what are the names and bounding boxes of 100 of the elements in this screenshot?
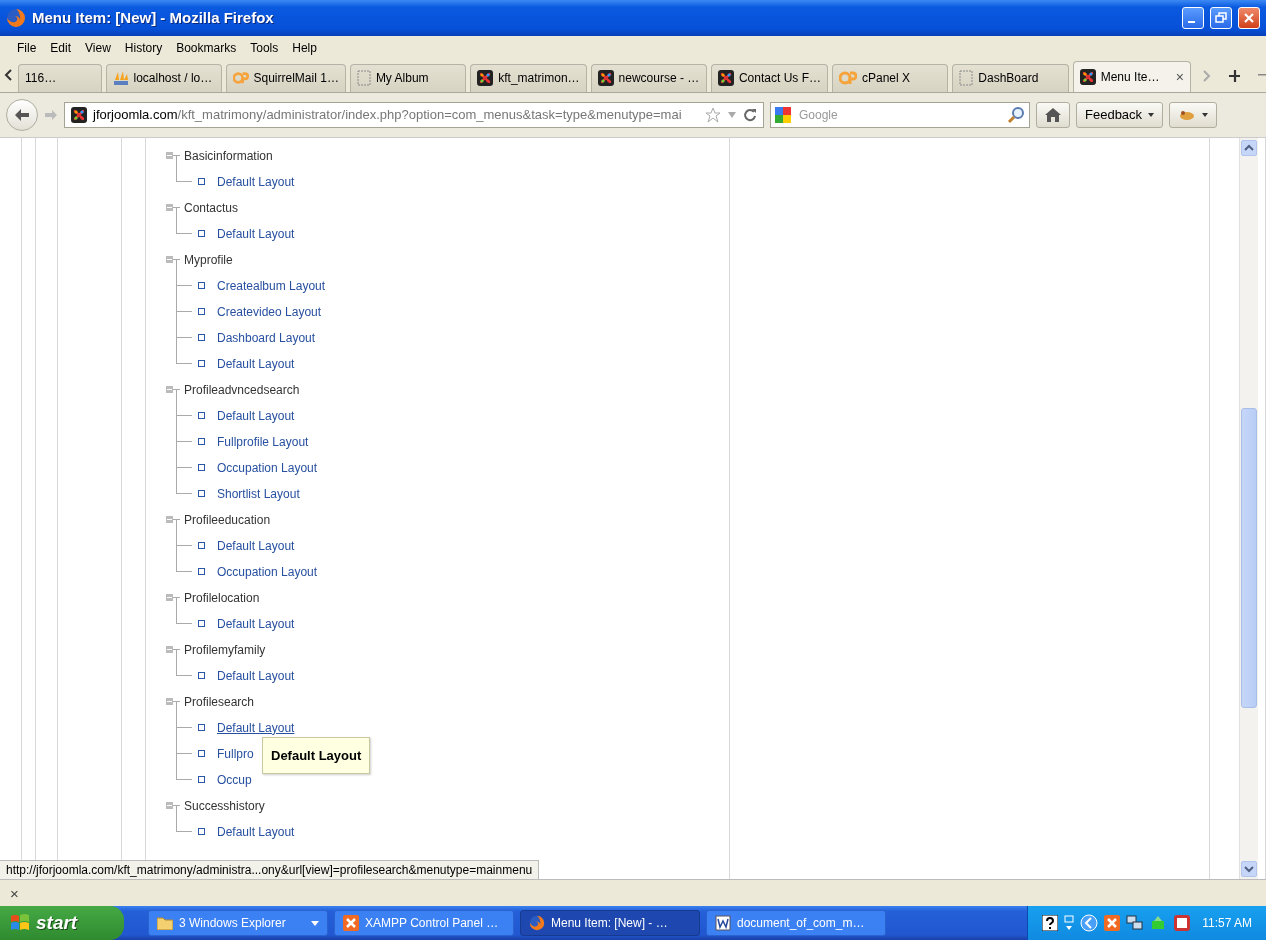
layout-link[interactable]: Default Layout [217,616,295,631]
tree-line [176,467,192,494]
taskbar-button[interactable]: Menu Item: [New] - … [520,910,700,936]
tree-line [176,415,192,442]
taskbar-button[interactable]: 3 Windows Explorer [148,910,328,936]
collapse-tray-icon[interactable] [1080,914,1099,932]
browser-tab[interactable]: Contact Us F… [710,63,828,92]
menu-item[interactable]: History [119,40,168,55]
scroll-right-icon[interactable] [1203,69,1211,82]
menu-item[interactable]: Bookmarks [171,40,242,55]
collapse-icon[interactable] [166,255,180,264]
collapse-icon[interactable] [166,203,180,212]
bullet-icon [198,750,205,758]
blank-page-icon [959,70,974,87]
browser-tab[interactable]: DashBoard [952,63,1069,92]
reload-icon[interactable] [743,107,757,122]
search-field[interactable]: Google [770,101,1030,128]
star-icon[interactable] [705,106,721,123]
layout-link[interactable]: Shortlist Layout [217,486,300,501]
tree-group-label: Basicinformation [184,148,273,163]
minimize-icon [1188,20,1195,23]
sail-icon [112,70,129,87]
menu-item[interactable]: Help [287,40,322,55]
window-icon[interactable] [1064,915,1075,931]
layout-link[interactable]: Occup [217,772,252,787]
collapse-icon[interactable] [166,385,180,394]
layout-link[interactable]: Default Layout [217,408,295,423]
close-icon [1243,11,1255,24]
bullet-icon [198,724,205,732]
layout-link[interactable]: Occupation Layout [217,460,318,475]
back-button[interactable] [6,98,38,131]
scrollbar-thumb[interactable] [1241,407,1257,708]
taskbar-button[interactable]: document_of_com_m… [706,910,886,936]
taskbar-button[interactable]: XAMPP Control Panel … [334,910,514,936]
tree-group-label: Successhistory [184,798,265,813]
findbar-close-button[interactable]: × [10,884,19,902]
bullet-icon [198,490,205,498]
xampp-icon[interactable] [1104,915,1121,931]
network-icon[interactable] [1126,915,1145,931]
layout-link[interactable]: Fullprofile Layout [217,434,309,449]
scroll-down-button[interactable] [1241,861,1257,878]
new-tab-icon[interactable] [1228,69,1241,82]
tree-group-label: Profileadvncedsearch [184,382,300,397]
browser-tab[interactable]: SquirrelMail 1… [225,63,346,92]
address-field[interactable]: jforjoomla.com/kft_matrimony/administrator/index.php?option=com_menus&task=type&menutype=mai [64,101,764,128]
collapse-icon[interactable] [166,645,180,654]
close-button[interactable] [1238,6,1260,29]
layout-link[interactable]: Createvideo Layout [217,304,322,319]
browser-tab[interactable]: cPanel X [832,63,949,92]
layout-link[interactable]: Default Layout [217,538,295,553]
bullet-icon [198,438,205,446]
layout-link[interactable]: Default Layout [217,720,295,735]
layout-link[interactable]: Createalbum Layout [217,278,326,293]
start-button[interactable]: start [0,906,124,940]
tree-line [176,337,192,364]
tree-line [176,285,192,312]
extension-button[interactable] [1169,101,1218,128]
layout-link[interactable]: Default Layout [217,356,295,371]
joomla-icon [597,70,614,87]
caret-icon[interactable] [311,920,319,926]
layout-link[interactable]: Default Layout [217,824,295,839]
layout-link[interactable]: Default Layout [217,668,295,683]
menu-item[interactable]: Edit [45,40,77,55]
layout-link[interactable]: Fullpro [217,746,254,761]
collapse-icon[interactable] [166,151,180,160]
browser-tab[interactable]: Menu Ite… × [1072,60,1191,92]
app-icon[interactable] [1174,915,1191,931]
help-icon[interactable] [1042,915,1059,931]
menu-item[interactable]: File [12,40,42,55]
search-icon[interactable] [1007,105,1025,124]
home-button[interactable] [1036,101,1070,128]
blank-page-icon [356,70,371,87]
restore-button[interactable] [1210,6,1232,29]
joomla-icon [477,70,494,87]
minimize-button[interactable] [1182,6,1204,29]
menu-item[interactable]: Tools [245,40,284,55]
collapse-icon[interactable] [166,515,180,524]
tab-close-button[interactable]: × [1175,68,1184,85]
browser-tab[interactable]: kft_matrimon… [470,63,587,92]
layout-link[interactable]: Default Layout [217,226,295,241]
browser-tab[interactable]: newcourse - … [590,63,707,92]
collapse-icon[interactable] [166,697,180,706]
bullet-icon [198,828,205,836]
layout-link[interactable]: Occupation Layout [217,564,318,579]
feedback-button[interactable]: Feedback [1076,101,1164,128]
collapse-icon[interactable] [166,593,180,602]
layout-link[interactable]: Default Layout [217,174,295,189]
tree-group-label: Profilesearch [184,694,255,709]
dropdown-icon[interactable] [727,110,737,119]
bullet-icon [198,672,205,680]
collapse-icon[interactable] [166,801,180,810]
browser-tab[interactable]: 116… [18,63,102,92]
tab-list-icon[interactable] [1258,73,1266,78]
layout-link[interactable]: Dashboard Layout [217,330,316,345]
browser-tab[interactable]: localhost / lo… [105,63,222,92]
browser-tab[interactable]: My Album [349,63,467,92]
tree-line [176,441,192,468]
menu-item[interactable]: View [80,40,116,55]
caret-icon [1202,112,1209,117]
scroll-up-button[interactable] [1241,139,1257,156]
